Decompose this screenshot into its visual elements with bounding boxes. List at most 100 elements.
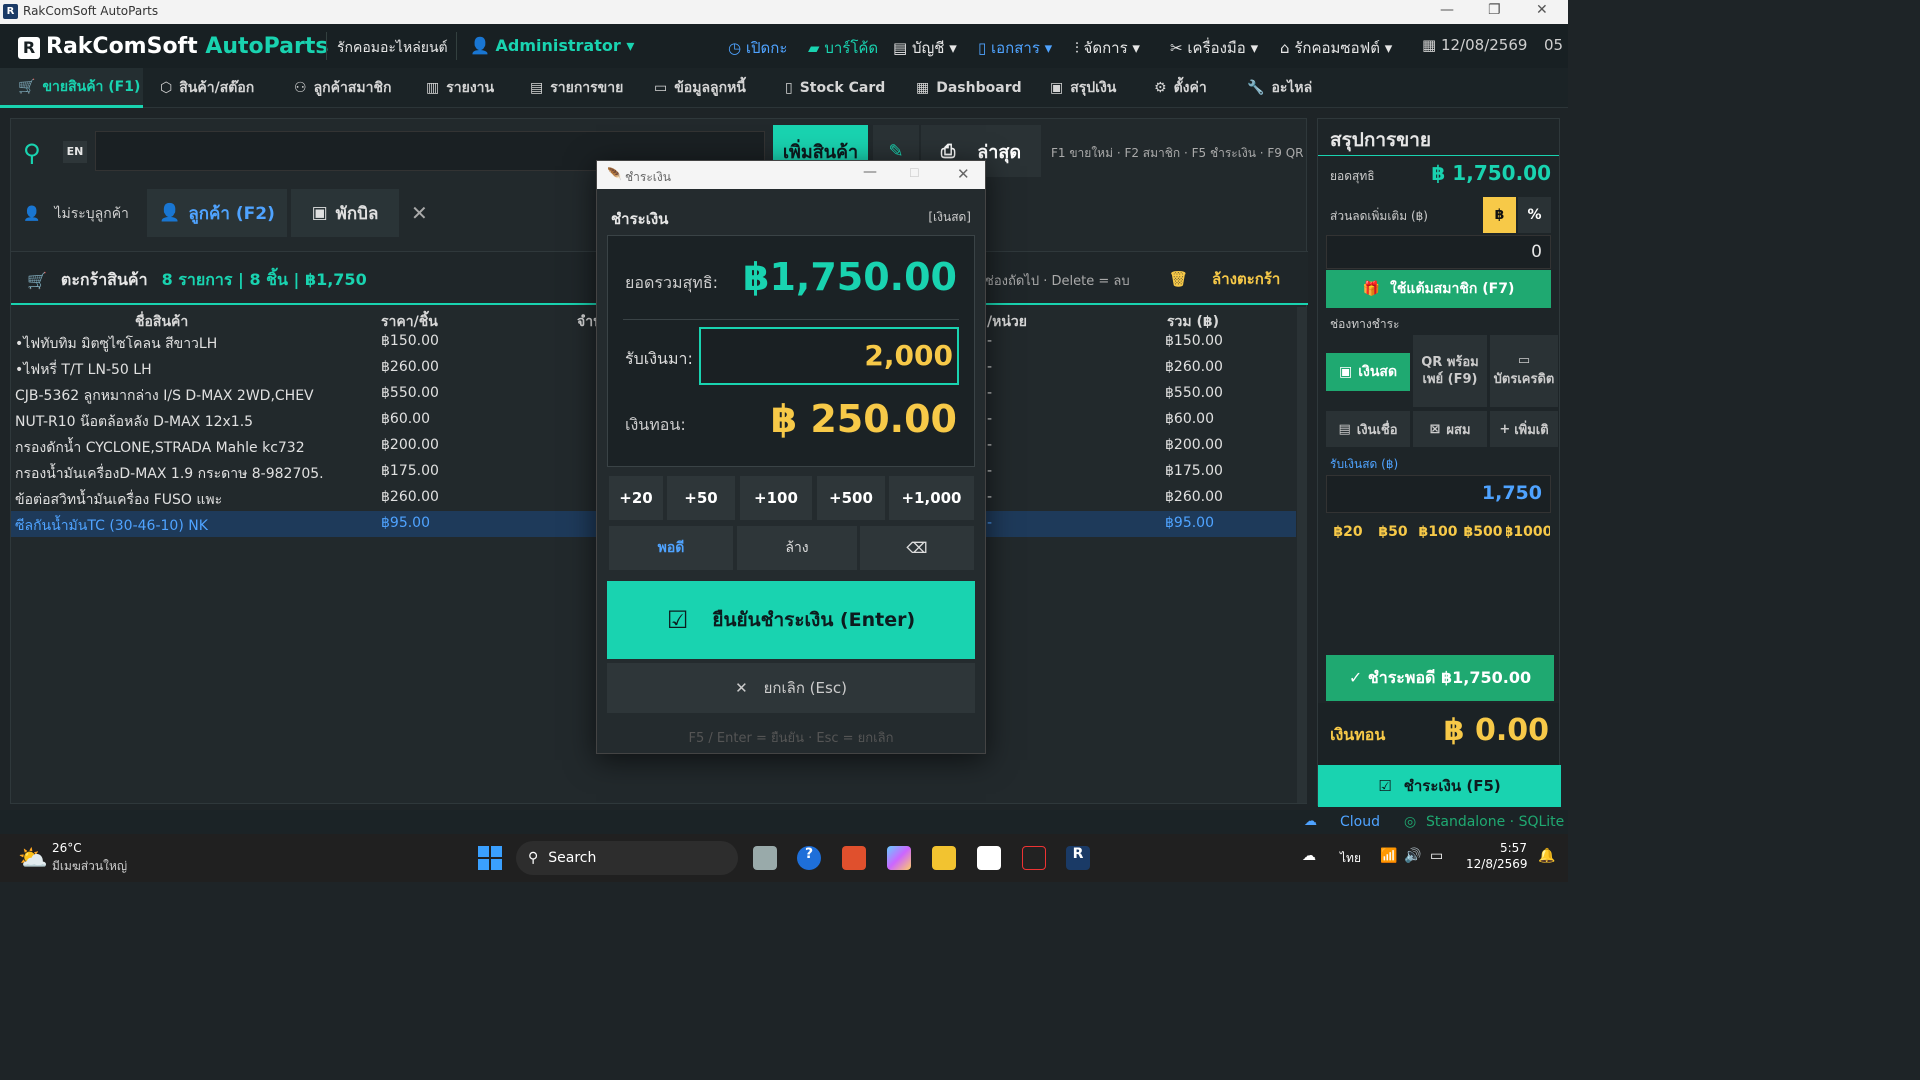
add-amount-button[interactable]: +500	[817, 476, 885, 520]
tab-sales-list[interactable]: ▤ รายการขาย	[530, 68, 623, 108]
clipboard-icon: ▯	[785, 80, 793, 96]
discount-baht-toggle[interactable]: ฿	[1483, 197, 1516, 233]
manage-menu[interactable]: ⫶ จัดการ ▾	[1075, 36, 1140, 60]
adobe-icon[interactable]	[1022, 846, 1046, 870]
pay-card-button[interactable]: ▭ บัตรเครดิต	[1490, 335, 1558, 407]
pay-button[interactable]: ☑ ชำระเงิน (F5)	[1318, 765, 1561, 807]
notification-icon[interactable]: 🔔	[1538, 848, 1555, 864]
add-amount-button[interactable]: +50	[667, 476, 735, 520]
file-explorer-icon[interactable]	[932, 846, 956, 870]
barcode-button[interactable]: ▰ บาร์โค้ด	[808, 36, 878, 60]
copilot-icon[interactable]	[887, 846, 911, 870]
close-icon: ✕	[735, 679, 748, 697]
exact-amount-button[interactable]: พอดี	[609, 526, 733, 570]
quick-cash-button[interactable]: ฿20	[1326, 515, 1370, 549]
mixed-label: ผสม	[1446, 422, 1471, 438]
chart-icon: ▥	[426, 80, 440, 96]
tab-settings[interactable]: ⚙ ตั้งค่า	[1154, 68, 1207, 108]
tools-label: เครื่องมือ	[1187, 39, 1246, 57]
tab-debtors[interactable]: ▭ ข้อมูลลูกหนี้	[654, 68, 746, 108]
quick-cash-button[interactable]: ฿1000	[1506, 515, 1550, 549]
received-money-input[interactable]: 2,000	[699, 327, 959, 385]
add-amount-button[interactable]: +20	[609, 476, 663, 520]
ms-store-icon[interactable]	[977, 846, 1001, 870]
pay-cash-button[interactable]: ▣ เงินสด	[1326, 353, 1410, 391]
clear-cart-button[interactable]: 🗑 ล้างตะกร้า	[1169, 267, 1280, 291]
restore-button[interactable]: ❐	[1488, 2, 1501, 18]
cart-label: ตะกร้าสินค้า	[60, 270, 148, 289]
tab-products[interactable]: ⬡ สินค้า/สต๊อก	[160, 68, 254, 108]
rakcomsoft-taskbar-icon[interactable]: R	[1066, 846, 1090, 870]
dialog-close-button[interactable]: ✕	[957, 165, 970, 183]
use-points-button[interactable]: 🎁 ใช้แต้มสมาชิก (F7)	[1326, 270, 1551, 308]
help-icon[interactable]: ?	[797, 846, 821, 870]
company-menu[interactable]: ⌂ รักคอมซอฟต์ ▾	[1280, 36, 1392, 60]
wifi-icon[interactable]: 📶	[1380, 848, 1397, 864]
open-shift-button[interactable]: ◷ เปิดกะ	[728, 36, 787, 60]
minimize-button[interactable]: —	[1440, 2, 1454, 18]
volume-icon[interactable]: 🔊	[1404, 848, 1421, 864]
cancel-payment-button[interactable]: ✕ ยกเลิก (Esc)	[607, 663, 975, 713]
clock-date[interactable]: 12/8/2569	[1466, 857, 1528, 871]
tab-stock-card[interactable]: ▯ Stock Card	[785, 68, 885, 108]
task-view-icon[interactable]	[753, 846, 777, 870]
quick-cash-button[interactable]: ฿50	[1371, 515, 1415, 549]
input-language[interactable]: ไทย	[1340, 849, 1361, 868]
qr-label: QR พร้อมเพย์ (F9)	[1421, 355, 1479, 387]
app-header: R RakComSoft AutoParts รักคอมอะไหล่ยนต์ 👤…	[0, 24, 1568, 68]
tab-reports[interactable]: ▥ รายงาน	[426, 68, 494, 108]
documents-menu[interactable]: ▯ เอกสาร ▾	[978, 36, 1052, 60]
brave-browser-icon[interactable]	[842, 846, 866, 870]
tab-sell[interactable]: 🛒 ขายสินค้า (F1)	[0, 68, 143, 108]
battery-icon[interactable]: ▭	[1430, 848, 1443, 864]
discount-input[interactable]: 0	[1326, 235, 1551, 269]
dialog-maximize-button[interactable]: ☐	[909, 166, 920, 180]
cloud-status[interactable]: Cloud	[1340, 814, 1380, 830]
backspace-button[interactable]: ⌫	[860, 526, 974, 570]
tray-icon[interactable]: ☁	[1302, 848, 1316, 864]
pay-credit-button[interactable]: ▤ เงินเชื่อ	[1326, 411, 1410, 447]
discount-percent-toggle[interactable]: %	[1518, 197, 1551, 233]
add-amount-button[interactable]: +100	[740, 476, 812, 520]
clock-time[interactable]: 5:57	[1500, 841, 1527, 855]
hold-bill-button[interactable]: ▣ พักบิล	[291, 189, 399, 237]
user-menu[interactable]: 👤 Administrator ▾	[470, 36, 634, 55]
app-logo-icon: R	[3, 4, 18, 19]
lang-toggle[interactable]: EN	[63, 141, 87, 163]
tab-cash-summary[interactable]: ▣ สรุปเงิน	[1050, 68, 1116, 108]
date-value: 12/08/2569	[1440, 36, 1528, 54]
add-amount-button[interactable]: +1,000	[889, 476, 974, 520]
pay-exact-button[interactable]: ✓ ชำระพอดี ฿1,750.00	[1326, 655, 1554, 701]
received-input[interactable]: 1,750	[1326, 475, 1551, 513]
row-unit: -	[987, 463, 993, 479]
quick-cash-button[interactable]: ฿500	[1461, 515, 1505, 549]
tab-members[interactable]: ⚇ ลูกค้าสมาชิก	[294, 68, 391, 108]
account-menu[interactable]: ▤ บัญชี ▾	[893, 36, 957, 60]
tools-menu[interactable]: ✂ เครื่องมือ ▾	[1170, 36, 1258, 60]
no-customer-button[interactable]: 👤 ไม่ระบุลูกค้า	[23, 203, 129, 225]
scrollbar[interactable]	[1297, 307, 1307, 803]
taskbar-search[interactable]: ⚲ Search	[516, 841, 738, 875]
pay-qr-button[interactable]: QR พร้อมเพย์ (F9)	[1413, 335, 1487, 407]
row-total: ฿150.00	[1165, 333, 1223, 349]
feather-icon: 🪶	[607, 167, 622, 181]
clear-amount-button[interactable]: ล้าง	[737, 526, 857, 570]
pay-mixed-button[interactable]: ⊠ ผสม	[1413, 411, 1487, 447]
users-icon: ⚇	[294, 80, 307, 96]
row-name: กรองน้ำมันเครื่องD-MAX 1.9 กระดาษ 8-9827…	[15, 466, 324, 482]
row-price: ฿260.00	[381, 359, 439, 375]
pay-more-button[interactable]: + เพิ่มเติ	[1490, 411, 1558, 447]
row-total: ฿175.00	[1165, 463, 1223, 479]
tab-parts[interactable]: 🔧 อะไหล่	[1247, 68, 1312, 108]
card-icon: ▭	[654, 80, 668, 96]
customer-button[interactable]: 👤 ลูกค้า (F2)	[147, 189, 287, 237]
windows-start-icon[interactable]	[478, 846, 502, 870]
quick-cash-button[interactable]: ฿100	[1416, 515, 1460, 549]
confirm-payment-button[interactable]: ☑ ยืนยันชำระเงิน (Enter)	[607, 581, 975, 659]
close-window-button[interactable]: ✕	[1536, 2, 1548, 18]
clear-customer-icon[interactable]: ✕	[411, 201, 428, 225]
brand-name: RakComSoft	[46, 34, 206, 59]
hold-label: พักบิล	[335, 203, 379, 224]
dialog-minimize-button[interactable]: —	[863, 164, 877, 180]
tab-dashboard[interactable]: ▦ Dashboard	[916, 68, 1022, 108]
